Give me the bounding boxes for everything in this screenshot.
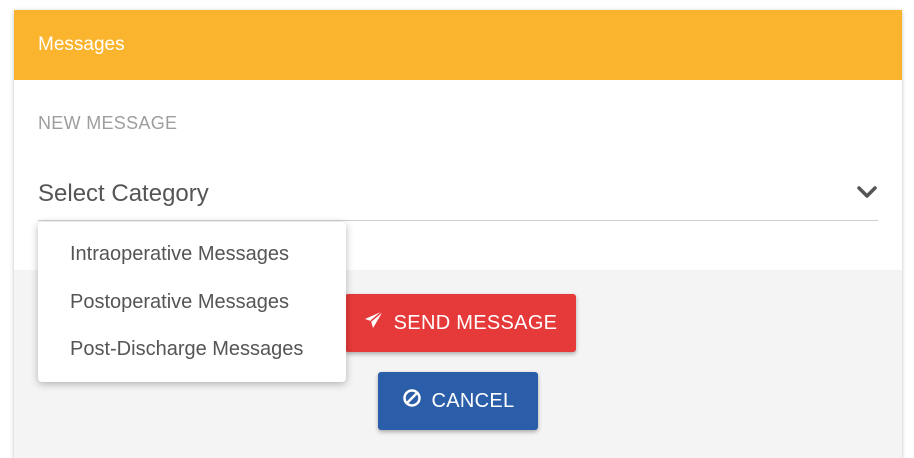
section-label: NEW MESSAGE (38, 113, 178, 133)
card-header: Messages (14, 10, 902, 80)
category-dropdown-menu: Intraoperative Messages Postoperative Me… (38, 222, 346, 382)
card-title: Messages (38, 34, 125, 55)
dropdown-option-post-discharge[interactable]: Post-Discharge Messages (70, 338, 303, 361)
category-select-value: Select Category (38, 180, 209, 207)
send-message-button[interactable]: SEND MESSAGE (345, 294, 576, 352)
cancel-label: CANCEL (431, 389, 515, 412)
dropdown-option-postoperative[interactable]: Postoperative Messages (70, 291, 289, 314)
cancel-button[interactable]: CANCEL (378, 372, 538, 430)
chevron-down-icon (856, 184, 878, 200)
send-message-label: SEND MESSAGE (393, 311, 558, 334)
category-select[interactable]: Select Category (38, 176, 878, 221)
ban-icon (402, 388, 432, 414)
dropdown-option-intraoperative[interactable]: Intraoperative Messages (70, 243, 289, 266)
paper-plane-icon (364, 310, 394, 336)
